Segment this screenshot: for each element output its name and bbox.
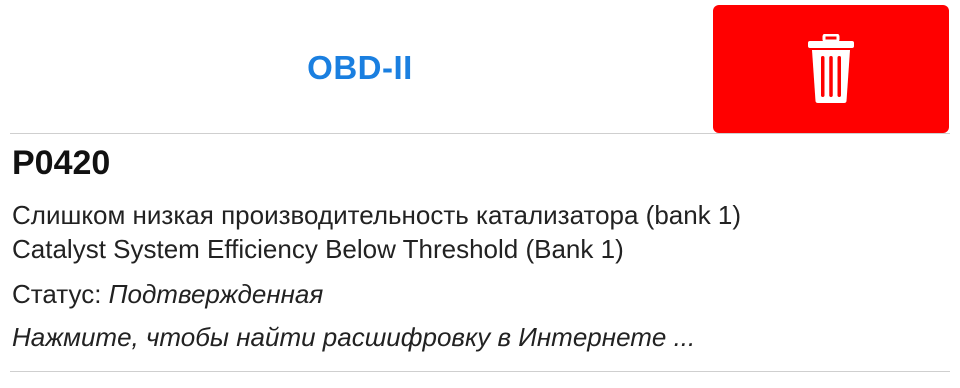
tab-obd-ii[interactable]: OBD-II xyxy=(10,4,710,132)
status-value: Подтвержденная xyxy=(108,279,324,309)
tab-obd-ii-label: OBD-II xyxy=(307,49,413,86)
divider xyxy=(10,133,950,134)
dtc-code: P0420 xyxy=(12,144,111,182)
status-label: Статус: xyxy=(12,279,109,309)
search-online-link[interactable]: Нажмите, чтобы найти расшифровку в Интер… xyxy=(12,320,695,354)
dtc-description-ru: Слишком низкая производительность катали… xyxy=(12,200,742,230)
dtc-status: Статус: Подтвержденная xyxy=(12,277,323,311)
dtc-description-en: Catalyst System Efficiency Below Thresho… xyxy=(12,234,624,264)
delete-button[interactable] xyxy=(713,5,949,133)
divider xyxy=(10,371,950,372)
header-bar: OBD-II xyxy=(0,0,960,134)
trash-icon xyxy=(807,34,855,104)
